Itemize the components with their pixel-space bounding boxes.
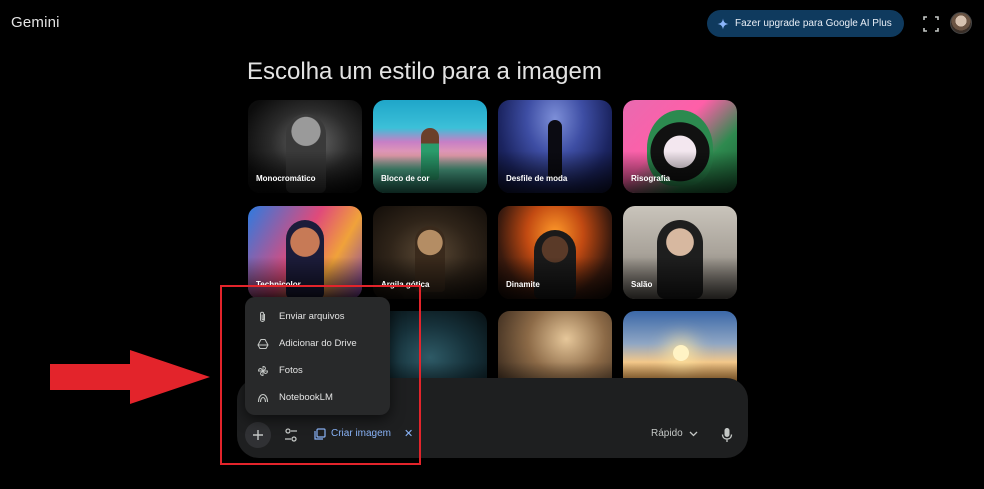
mode-selector[interactable]: Rápido xyxy=(651,428,698,439)
avatar[interactable] xyxy=(950,12,972,34)
style-label: Monocromático xyxy=(256,174,316,183)
style-label: Bloco de cor xyxy=(381,174,430,183)
mode-label: Rápido xyxy=(651,428,683,439)
style-label: Salão xyxy=(631,280,653,289)
style-tile-salao[interactable]: Salão xyxy=(623,206,737,299)
upgrade-button[interactable]: Fazer upgrade para Google AI Plus xyxy=(707,10,904,37)
style-label: Risografia xyxy=(631,174,671,183)
screen-share-icon[interactable] xyxy=(922,15,940,33)
chevron-down-icon xyxy=(689,431,698,436)
style-label: Dinamite xyxy=(506,280,540,289)
page-title: Escolha um estilo para a imagem xyxy=(247,58,602,85)
style-tile-bloco-de-cor[interactable]: Bloco de cor xyxy=(373,100,487,193)
style-label: Desfile de moda xyxy=(506,174,568,183)
gemini-logo[interactable]: Gemini xyxy=(11,14,60,31)
sun-shape xyxy=(673,345,689,361)
upgrade-label: Fazer upgrade para Google AI Plus xyxy=(735,18,892,29)
annotation-arrow xyxy=(50,350,210,404)
style-tile-desfile-de-moda[interactable]: Desfile de moda xyxy=(498,100,612,193)
style-tile-monocromatico[interactable]: Monocromático xyxy=(248,100,362,193)
annotation-highlight-box xyxy=(220,285,421,465)
microphone-icon[interactable] xyxy=(720,427,734,443)
sparkle-icon xyxy=(717,18,729,29)
style-tile-dinamite[interactable]: Dinamite xyxy=(498,206,612,299)
style-tile-risografia[interactable]: Risografia xyxy=(623,100,737,193)
